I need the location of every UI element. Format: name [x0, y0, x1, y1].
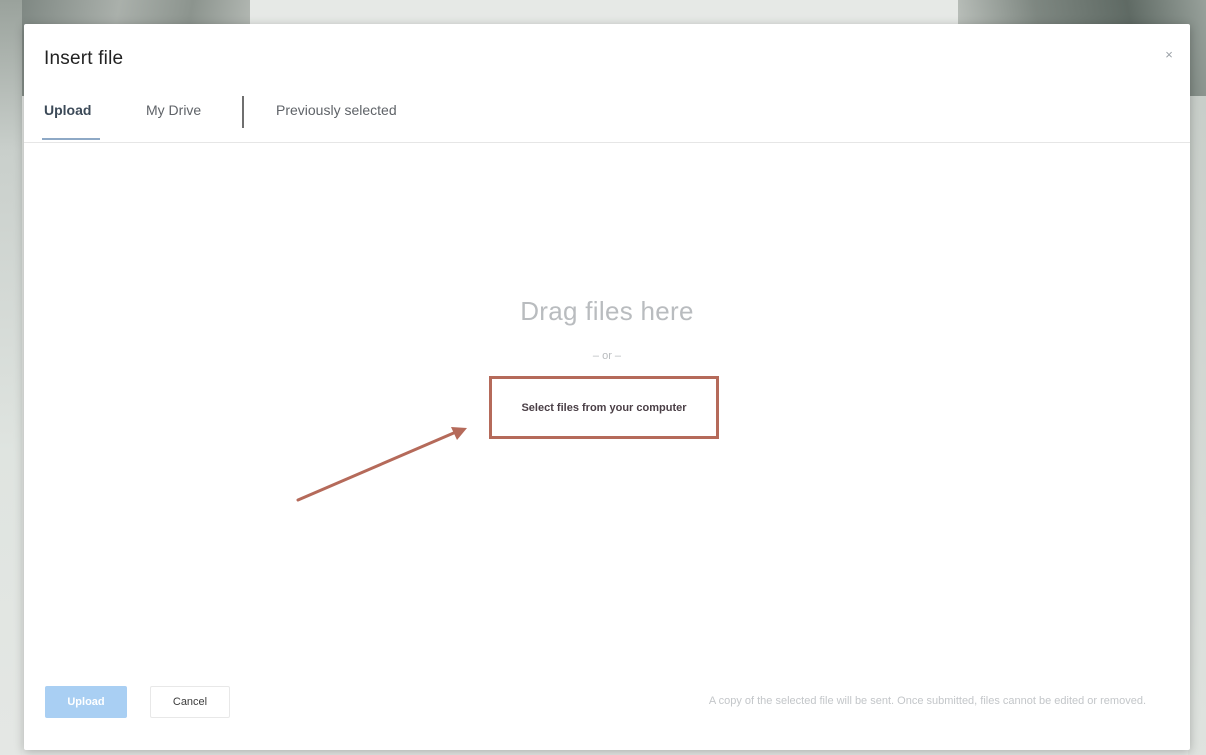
- dialog-title: Insert file: [44, 48, 124, 69]
- select-files-button[interactable]: Select files from your computer: [489, 376, 719, 439]
- upload-button[interactable]: Upload: [45, 686, 127, 718]
- cancel-button[interactable]: Cancel: [150, 686, 230, 718]
- tab-my-drive[interactable]: My Drive: [146, 102, 201, 134]
- drag-files-text: Drag files here: [520, 296, 694, 326]
- tab-divider: [242, 96, 244, 128]
- footer-note: A copy of the selected file will be sent…: [708, 695, 1146, 707]
- backdrop-left-strip: [0, 0, 22, 755]
- dialog-footer: Upload Cancel A copy of the selected fil…: [24, 680, 1190, 750]
- tab-bar: Upload My Drive Previously selected: [24, 94, 1190, 143]
- tab-previously-selected[interactable]: Previously selected: [276, 102, 397, 134]
- close-icon[interactable]: ×: [1162, 48, 1176, 62]
- tab-upload[interactable]: Upload: [44, 102, 91, 134]
- insert-file-dialog: Insert file × Upload My Drive Previously…: [24, 24, 1190, 750]
- or-separator: – or –: [592, 350, 622, 362]
- drop-zone[interactable]: Drag files here – or – Select files from…: [24, 144, 1190, 664]
- backdrop-right-strip: [1188, 96, 1206, 755]
- active-tab-indicator: [42, 138, 100, 140]
- select-files-button-label: Select files from your computer: [521, 401, 687, 414]
